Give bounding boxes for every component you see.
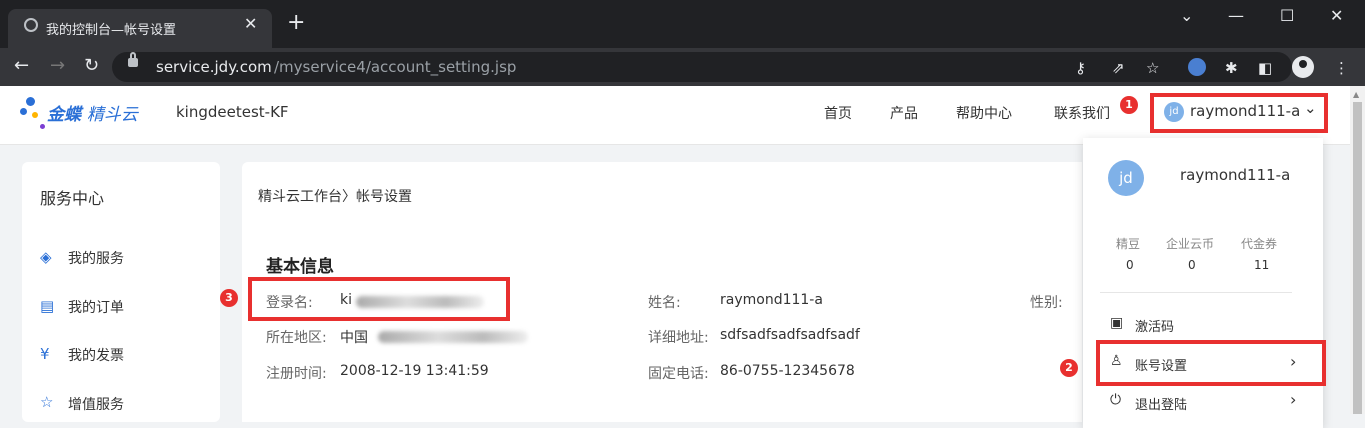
logo[interactable]: 金蝶 精斗云 (47, 100, 138, 125)
dropdown-user-name: raymond111-a (1180, 166, 1291, 184)
star-icon: ☆ (40, 393, 54, 411)
maximize-button[interactable]: ☐ (1280, 6, 1294, 25)
tenant-name: kingdeetest-KF (176, 103, 289, 121)
url-path[interactable]: /myservice4/account_setting.jsp (274, 58, 516, 76)
extension-icon[interactable] (1188, 58, 1206, 76)
name-value: raymond111-a (720, 292, 823, 308)
divider (1100, 292, 1292, 293)
sidebar-item-my-orders[interactable]: 我的订单 (68, 297, 124, 317)
globe-icon (24, 18, 38, 32)
side-panel-icon[interactable]: ◧ (1258, 59, 1272, 77)
logo-dot (40, 124, 45, 129)
menu-item-activation-code[interactable]: 激活码 (1135, 316, 1174, 335)
redacted-blur (378, 331, 528, 343)
chevron-right-icon[interactable]: › (1290, 352, 1296, 371)
avatar: jd (1164, 102, 1184, 122)
stat-label: 精豆 (1116, 237, 1141, 251)
region-value: 中国 (340, 330, 368, 346)
stat-value: 11 (1254, 258, 1270, 272)
section-title: 基本信息 (266, 257, 334, 277)
register-time-value: 2008-12-19 13:41:59 (340, 363, 489, 379)
tab-title[interactable]: 我的控制台—帐号设置 (46, 19, 176, 38)
address-value: sdfsadfsadfsadfsadf (720, 327, 860, 343)
chevron-down-icon[interactable]: ⌄ (1304, 99, 1317, 117)
login-name-label: 登录名: (266, 295, 313, 311)
register-time-label: 注册时间: (266, 366, 327, 382)
extensions-puzzle-icon[interactable]: ✱ (1225, 59, 1238, 77)
stat-label: 代金券 (1241, 237, 1278, 251)
menu-item-logout[interactable]: 退出登陆 (1135, 394, 1187, 413)
scroll-up-icon[interactable]: ▲ (1353, 90, 1359, 99)
logo-brand: 金蝶 (47, 105, 81, 125)
stat-label: 企业云币 (1166, 237, 1215, 251)
logo-dot (32, 112, 38, 118)
gender-label: 性别: (1030, 295, 1063, 311)
nav-contact-us[interactable]: 联系我们 (1054, 103, 1110, 123)
phone-value: 86-0755-12345678 (720, 363, 855, 379)
lock-icon[interactable] (128, 52, 138, 67)
new-tab-button[interactable]: + (287, 12, 305, 34)
bookmark-star-icon[interactable]: ☆ (1146, 59, 1159, 77)
activation-code-icon: ▣ (1110, 315, 1124, 331)
nav-help-center[interactable]: 帮助中心 (956, 103, 1012, 123)
menu-kebab-icon[interactable]: ⋮ (1334, 59, 1349, 77)
menu-item-account-settings[interactable]: 账号设置 (1135, 355, 1187, 374)
address-label: 详细地址: (648, 330, 709, 346)
nav-home[interactable]: 首页 (824, 103, 852, 123)
layers-icon: ◈ (40, 248, 52, 266)
phone-label: 固定电话: (648, 366, 709, 382)
chevron-right-icon[interactable]: › (1290, 390, 1296, 409)
key-icon[interactable]: ⚷ (1075, 59, 1086, 77)
sidebar-item-my-invoices[interactable]: 我的发票 (68, 345, 124, 365)
annotation-badge-3: 3 (220, 289, 238, 307)
region-label: 所在地区: (266, 330, 327, 346)
close-tab-icon[interactable]: ✕ (244, 14, 257, 33)
forward-icon[interactable]: → (50, 55, 65, 76)
url-host[interactable]: service.jdy.com (156, 58, 272, 76)
minimize-button[interactable]: — (1228, 6, 1244, 25)
avatar: jd (1108, 160, 1144, 196)
profile-icon[interactable] (1292, 56, 1314, 78)
invoice-icon: ¥ (40, 345, 50, 363)
breadcrumb-root[interactable]: 精斗云工作台 (258, 189, 342, 205)
logout-icon: ⏻ (1110, 392, 1122, 408)
login-name-value: ki (340, 292, 352, 308)
stat-value: 0 (1126, 258, 1134, 272)
share-icon[interactable]: ⇗ (1112, 59, 1125, 77)
sidebar-title: 服务中心 (40, 189, 105, 208)
tab-search-icon[interactable]: ⌄ (1180, 6, 1193, 25)
breadcrumb-current: 帐号设置 (356, 189, 412, 205)
redacted-blur (356, 296, 484, 308)
annotation-badge-1: 1 (1120, 96, 1138, 114)
nav-products[interactable]: 产品 (890, 103, 918, 123)
user-icon: ♙ (1110, 353, 1123, 369)
logo-product: 精斗云 (86, 105, 138, 125)
stat-value: 0 (1188, 258, 1196, 272)
breadcrumb: 精斗云工作台〉帐号设置 (258, 186, 412, 206)
scrollbar-thumb[interactable] (1353, 102, 1362, 414)
user-name[interactable]: raymond111-a (1190, 102, 1300, 120)
sidebar-item-value-added[interactable]: 增值服务 (68, 394, 124, 414)
reload-icon[interactable]: ↻ (84, 55, 99, 76)
close-window-button[interactable]: ✕ (1330, 6, 1343, 25)
logo-icon (26, 97, 35, 106)
sidebar-item-my-services[interactable]: 我的服务 (68, 248, 124, 268)
annotation-badge-2: 2 (1060, 359, 1078, 377)
back-icon[interactable]: ← (14, 55, 29, 76)
breadcrumb-sep: 〉 (342, 189, 356, 205)
order-icon: ▤ (40, 297, 55, 315)
name-label: 姓名: (648, 295, 681, 311)
logo-dot (20, 108, 27, 115)
